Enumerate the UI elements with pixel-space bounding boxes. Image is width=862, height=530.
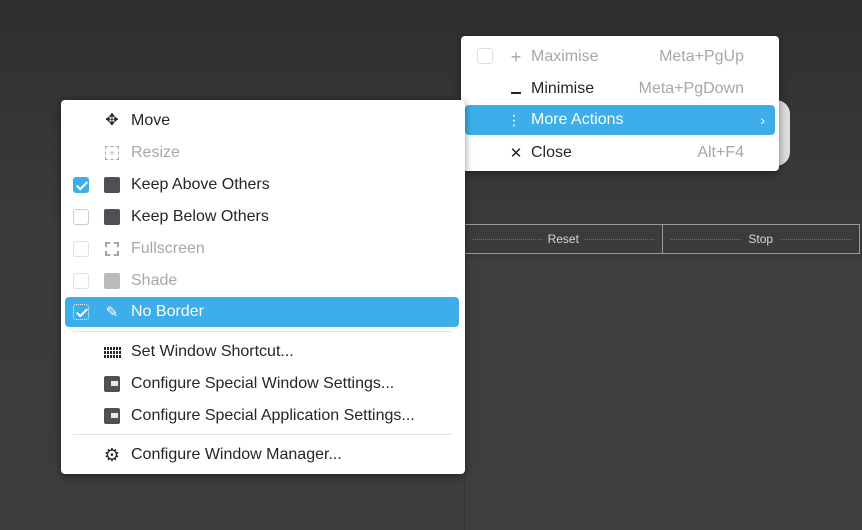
menu-item-resize[interactable]: + Resize [65, 139, 461, 167]
pencil-icon: ✎ [105, 303, 119, 321]
background-app-pane [464, 258, 862, 530]
set-window-shortcut-label: Set Window Shortcut... [131, 343, 294, 360]
menu-item-configure-window-manager[interactable]: ⚙ Configure Window Manager... [65, 441, 461, 469]
maximise-checkbox[interactable] [477, 48, 493, 64]
menu-item-special-application-settings[interactable]: Configure Special Application Settings..… [65, 402, 461, 430]
minimise-label: Minimise [531, 80, 595, 97]
fullscreen-checkbox[interactable] [73, 241, 89, 257]
resize-label: Resize [131, 144, 180, 161]
keep-above-label: Keep Above Others [131, 176, 270, 193]
plus-icon: + [510, 47, 522, 67]
shade-label: Shade [131, 272, 178, 289]
minimise-shortcut: Meta+PgDown [638, 80, 744, 97]
close-shortcut: Alt+F4 [697, 144, 744, 161]
keyboard-icon [103, 343, 121, 361]
special-window-settings-label: Configure Special Window Settings... [131, 375, 395, 392]
move-label: Move [131, 112, 171, 129]
background-toolbar: Reset Stop [464, 224, 860, 254]
submenu-chevron-icon: › [760, 112, 765, 128]
no-border-checkbox[interactable] [73, 304, 89, 320]
keep-below-label: Keep Below Others [131, 208, 269, 225]
maximise-label: Maximise [531, 48, 599, 65]
shade-checkbox[interactable] [73, 273, 89, 289]
menu-item-more-actions[interactable]: ⋮ More Actions › [465, 105, 775, 135]
stop-button-label: Stop [742, 232, 780, 246]
menu-item-move[interactable]: ✥ Move [65, 107, 461, 135]
keep-below-checkbox[interactable] [73, 209, 89, 225]
window-icon [103, 176, 121, 194]
more-actions-label: More Actions [531, 111, 624, 128]
menu-item-shade[interactable]: Shade [65, 267, 461, 295]
maximise-shortcut: Meta+PgUp [659, 48, 744, 65]
reset-button[interactable]: Reset [465, 225, 662, 253]
menu-item-keep-below[interactable]: Keep Below Others [65, 203, 461, 231]
menu-item-maximise[interactable]: + Maximise Meta+PgUp [465, 43, 775, 71]
menu-separator [73, 331, 451, 332]
window-icon [103, 272, 121, 290]
special-application-settings-label: Configure Special Application Settings..… [131, 407, 415, 424]
menu-item-special-window-settings[interactable]: Configure Special Window Settings... [65, 370, 461, 398]
window-settings-icon [103, 407, 121, 425]
gear-icon: ⚙ [103, 445, 121, 465]
more-vertical-icon: ⋮ [507, 112, 521, 128]
menu-item-close[interactable]: ✕ Close Alt+F4 [465, 139, 775, 167]
menu-item-keep-above[interactable]: Keep Above Others [65, 171, 461, 199]
no-border-label: No Border [131, 303, 204, 320]
reset-button-label: Reset [541, 232, 585, 246]
menu-item-no-border[interactable]: ✎ No Border [65, 297, 459, 327]
menu-item-set-window-shortcut[interactable]: Set Window Shortcut... [65, 338, 461, 366]
menu-item-fullscreen[interactable]: Fullscreen [65, 235, 461, 263]
window-actions-menu: + Maximise Meta+PgUp Minimise Meta+PgDow… [461, 36, 779, 171]
stop-button[interactable]: Stop [661, 225, 860, 253]
close-icon: ✕ [509, 144, 523, 162]
window-settings-icon [103, 375, 121, 393]
menu-item-minimise[interactable]: Minimise Meta+PgDown [465, 75, 775, 103]
window-menu: ✥ Move + Resize Keep Above Others Keep B… [61, 100, 465, 474]
fullscreen-label: Fullscreen [131, 240, 205, 257]
close-label: Close [531, 144, 572, 161]
menu-separator [73, 434, 451, 435]
keep-above-checkbox[interactable] [73, 177, 89, 193]
window-icon [103, 208, 121, 226]
resize-icon: + [103, 144, 121, 162]
fullscreen-icon [103, 240, 121, 258]
minus-icon [507, 80, 525, 98]
configure-window-manager-label: Configure Window Manager... [131, 446, 342, 463]
move-arrows-icon: ✥ [105, 112, 119, 129]
